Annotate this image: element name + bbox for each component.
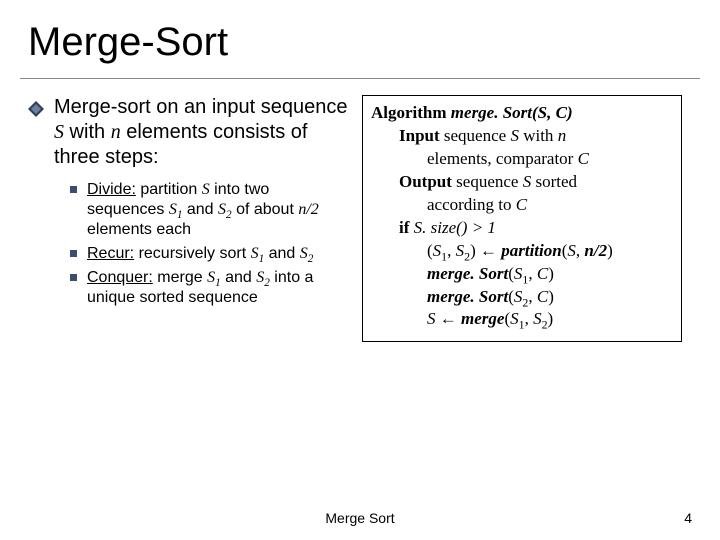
function-name: merge. Sort: [427, 264, 508, 283]
step-label: Conquer:: [87, 269, 153, 286]
text-fragment: ): [548, 264, 554, 283]
subscript: 2: [308, 253, 314, 265]
var-s1: S: [169, 201, 177, 218]
text-fragment: sequence: [452, 172, 523, 191]
text-fragment: with: [64, 121, 111, 143]
assign-arrow: ←: [436, 309, 462, 328]
algo-line: Output sequence S sorted: [399, 171, 673, 194]
keyword: Input: [399, 126, 440, 145]
assign-arrow: ) ←: [470, 241, 501, 260]
var-s2: S: [456, 241, 465, 260]
square-bullet-icon: [70, 186, 77, 193]
step-label: Divide:: [87, 181, 136, 198]
slide-number: 4: [684, 510, 692, 526]
slide: Merge-Sort Merge-sort on an input sequen…: [0, 0, 720, 540]
text-fragment: elements each: [87, 221, 191, 238]
var-nhalf: n/2: [584, 241, 607, 260]
algo-line: merge. Sort(S1, C): [427, 263, 673, 286]
text-fragment: ,: [528, 264, 537, 283]
var-nhalf: n/2: [298, 201, 318, 218]
var-c: C: [578, 149, 589, 168]
right-column: Algorithm merge. Sort(S, C) Input sequen…: [362, 95, 682, 495]
condition: S. size() > 1: [414, 218, 496, 237]
var-s2: S: [218, 201, 226, 218]
var-c: C: [537, 287, 548, 306]
var-s: S: [54, 121, 64, 143]
algo-line: according to C: [427, 194, 673, 217]
text-fragment: partition: [136, 181, 202, 198]
algo-line: elements, comparator C: [427, 148, 673, 171]
var-n: n: [558, 126, 567, 145]
function-name: merge. Sort: [427, 287, 508, 306]
algorithm-box: Algorithm merge. Sort(S, C) Input sequen…: [362, 95, 682, 342]
left-column: Merge-sort on an input sequence S with n…: [28, 95, 348, 495]
text-fragment: Merge-sort on an input sequence: [54, 96, 348, 118]
text-fragment: ,: [525, 309, 534, 328]
algo-line: S ← merge(S1, S2): [427, 308, 673, 331]
text-fragment: with: [519, 126, 558, 145]
function-name: partition: [501, 241, 561, 260]
text-fragment: of about: [232, 201, 299, 218]
main-bullet: Merge-sort on an input sequence S with n…: [28, 95, 348, 170]
var-s: S: [202, 181, 210, 198]
var-s2: S: [533, 309, 542, 328]
algo-line: merge. Sort(S2, C): [427, 286, 673, 309]
sub-text: Conquer: merge S1 and S2 into a unique s…: [87, 268, 348, 308]
text-fragment: sorted: [531, 172, 577, 191]
keyword: if: [399, 218, 414, 237]
var-s2: S: [300, 245, 308, 262]
main-bullet-text: Merge-sort on an input sequence S with n…: [54, 95, 348, 170]
square-bullet-icon: [70, 274, 77, 281]
text-fragment: and: [182, 201, 218, 218]
text-fragment: ): [548, 309, 554, 328]
text-fragment: according to: [427, 195, 516, 214]
text-fragment: ,: [528, 287, 537, 306]
text-fragment: ): [607, 241, 613, 260]
text-fragment: ): [548, 287, 554, 306]
slide-title: Merge-Sort: [28, 20, 228, 65]
var-s1: S: [510, 309, 519, 328]
step-label: Recur:: [87, 245, 134, 262]
algo-line: Algorithm merge. Sort(S, C): [371, 102, 673, 125]
square-bullet-icon: [70, 250, 77, 257]
sub-text: Recur: recursively sort S1 and S2: [87, 244, 313, 264]
algo-line: Input sequence S with n: [399, 125, 673, 148]
var-s: S: [427, 309, 436, 328]
var-n: n: [111, 121, 121, 143]
title-underline: [20, 78, 700, 79]
sub-bullet-divide: Divide: partition S into two sequences S…: [70, 180, 348, 240]
footer-title: Merge Sort: [0, 510, 720, 526]
content-area: Merge-sort on an input sequence S with n…: [28, 95, 698, 495]
var-s1: S: [433, 241, 442, 260]
sub-text: Divide: partition S into two sequences S…: [87, 180, 348, 240]
function-name: merge: [461, 309, 504, 328]
text-fragment: sequence: [440, 126, 511, 145]
var-s1: S: [207, 269, 215, 286]
function-name: merge. Sort(S, C): [447, 103, 573, 122]
text-fragment: and: [264, 245, 300, 262]
diamond-bullet-icon: [28, 101, 44, 122]
var-s: S: [567, 241, 576, 260]
var-s: S: [523, 172, 532, 191]
keyword: Output: [399, 172, 452, 191]
var-c: C: [537, 264, 548, 283]
algo-line: (S1, S2) ← partition(S, n/2): [427, 240, 673, 263]
var-s1: S: [251, 245, 259, 262]
keyword: Algorithm: [371, 103, 447, 122]
algo-line: if S. size() > 1: [399, 217, 673, 240]
var-s: S: [510, 126, 519, 145]
sub-bullet-conquer: Conquer: merge S1 and S2 into a unique s…: [70, 268, 348, 308]
sub-bullet-recur: Recur: recursively sort S1 and S2: [70, 244, 348, 264]
text-fragment: ,: [447, 241, 456, 260]
sub-bullet-list: Divide: partition S into two sequences S…: [70, 180, 348, 308]
text-fragment: merge: [153, 269, 207, 286]
var-c: C: [516, 195, 527, 214]
text-fragment: elements, comparator: [427, 149, 578, 168]
text-fragment: recursively sort: [134, 245, 250, 262]
text-fragment: and: [221, 269, 257, 286]
